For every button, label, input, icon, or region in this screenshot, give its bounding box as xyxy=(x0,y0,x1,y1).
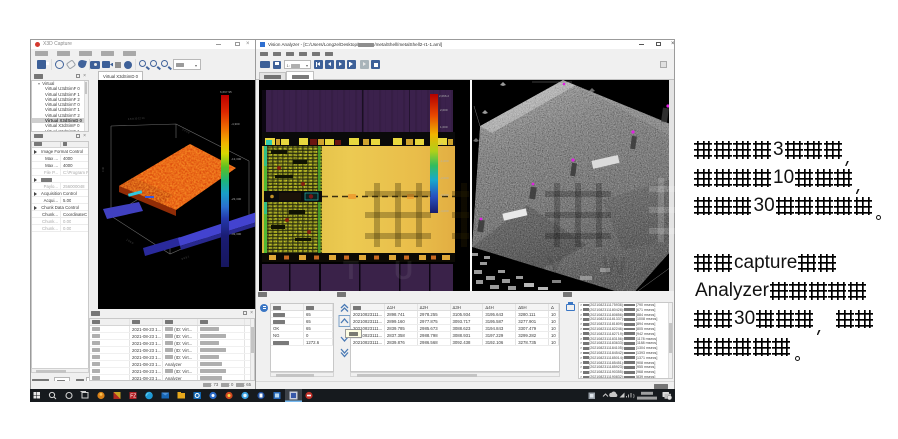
svg-text:-1,000: -1,000 xyxy=(440,159,449,163)
svg-text:FZ: FZ xyxy=(130,394,136,400)
svg-text:-13,300: -13,300 xyxy=(231,157,242,161)
svg-text:-4,300: -4,300 xyxy=(231,122,240,126)
svg-text:-23,300: -23,300 xyxy=(231,197,242,201)
svg-text:-33,300: -33,300 xyxy=(231,232,242,236)
svg-text:4 6 8 10 12 14: 4 6 8 10 12 14 xyxy=(128,116,145,121)
svg-text:0 40: 0 40 xyxy=(101,166,105,172)
svg-text:-3,000: -3,000 xyxy=(440,193,449,197)
svg-text:0 0.5 1: 0 0.5 1 xyxy=(181,254,190,261)
svg-text:1,000: 1,000 xyxy=(440,125,448,129)
svg-text:-0: -0 xyxy=(440,142,443,146)
svg-text:2,000: 2,000 xyxy=(440,108,448,112)
svg-text:1 0.5 0: 1 0.5 0 xyxy=(125,237,134,245)
svg-text:-4,000: -4,000 xyxy=(440,209,449,213)
svg-text:-2,000: -2,000 xyxy=(440,176,449,180)
svg-text:2,066.2: 2,066.2 xyxy=(439,94,449,98)
svg-text:2 4 6 8: 2 4 6 8 xyxy=(182,127,191,134)
svg-text:6,697.95: 6,697.95 xyxy=(220,90,232,94)
